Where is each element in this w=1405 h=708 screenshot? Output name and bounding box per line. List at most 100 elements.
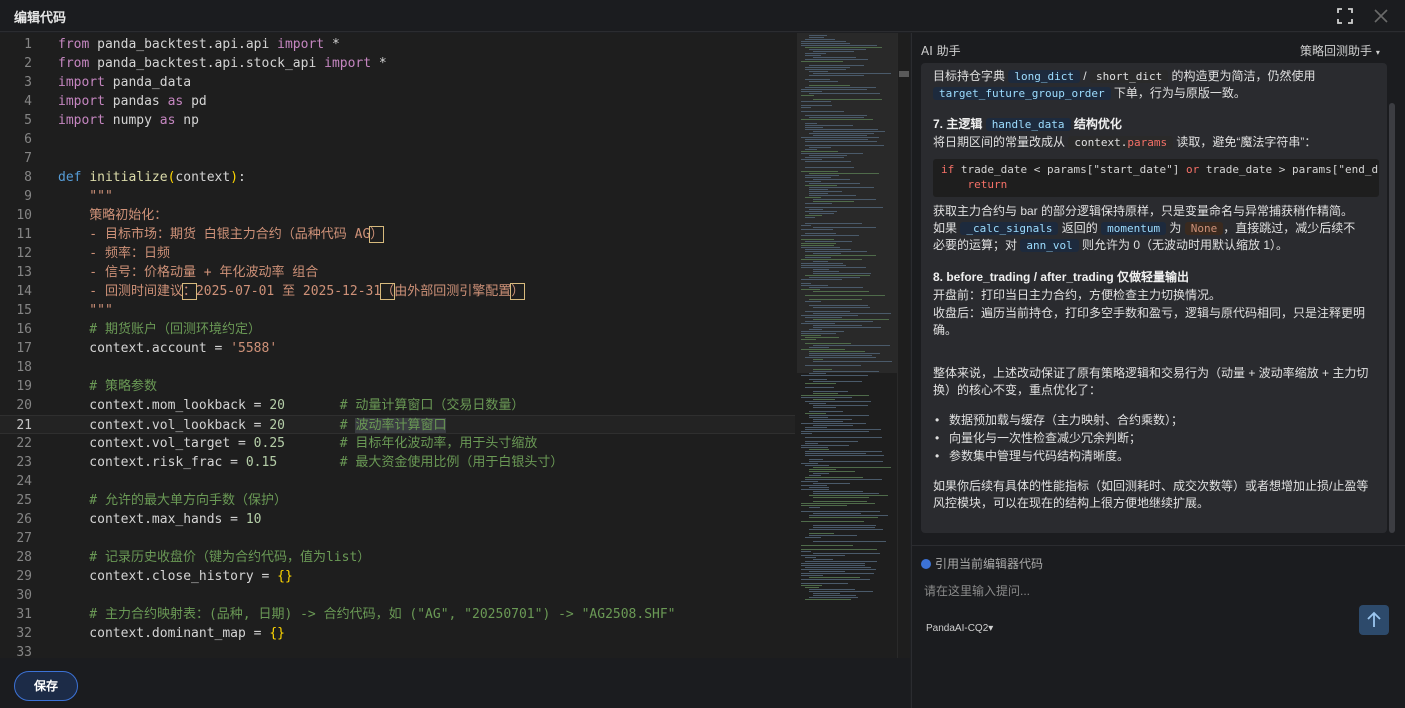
code-text: context.vol_target = 0.25 # 目标年化波动率，用于头寸… <box>58 436 538 451</box>
minimap-line <box>809 351 865 352</box>
code-text: import numpy as np <box>58 113 199 128</box>
save-button[interactable]: 保存 <box>14 671 78 701</box>
minimap-line <box>805 343 851 344</box>
arrow-up-icon <box>1367 611 1381 627</box>
minimap-line <box>813 483 850 484</box>
minimap-line <box>805 139 868 140</box>
code-text: - 目标市场：期货 白银主力合约（品种代码 AG） <box>58 226 385 243</box>
minimap-line <box>809 117 864 118</box>
editor-scrollbar[interactable] <box>897 33 909 658</box>
code-line[interactable]: 11 - 目标市场：期货 白银主力合约（品种代码 AG） <box>0 225 795 244</box>
code-line[interactable]: 3 import panda_data <box>0 73 795 92</box>
code-line[interactable]: 7 <box>0 149 795 168</box>
chat-scrollbar-thumb[interactable] <box>1389 103 1395 533</box>
code-line[interactable]: 8 def initialize(context): <box>0 168 795 187</box>
minimap-line <box>801 551 812 552</box>
code-editor[interactable]: 1 from panda_backtest.api.api import * 2 fr… <box>0 33 910 658</box>
code-line[interactable]: 14 - 回测时间建议：2025-07-01 至 2025-12-31（由外部回… <box>0 282 795 301</box>
minimap-line <box>813 467 891 468</box>
minimap[interactable] <box>797 33 897 658</box>
minimap-line <box>813 273 872 274</box>
minimap-line <box>809 589 855 590</box>
code-line[interactable]: 26 context.max_hands = 10 <box>0 510 795 529</box>
code-line[interactable]: 2 from panda_backtest.api.stock_api impor… <box>0 54 795 73</box>
minimap-line <box>801 349 845 350</box>
chat-paragraph: 将日期区间的常量改成从 context.params 读取，避免“魔法字符串”： <box>933 135 1317 149</box>
minimap-line <box>805 181 822 182</box>
minimap-line <box>801 485 827 486</box>
minimap-line <box>813 73 891 74</box>
minimap-line <box>809 355 872 356</box>
minimap-line <box>809 535 858 536</box>
minimap-line <box>805 79 831 80</box>
code-line[interactable]: 18 <box>0 358 795 377</box>
chat-heading: 7. 主逻辑 handle_data 结构优化 <box>933 117 1122 131</box>
minimap-line <box>801 285 828 286</box>
minimap-line <box>801 575 823 576</box>
minimap-line <box>805 249 852 250</box>
line-number: 4 <box>24 94 32 109</box>
editor-scrollbar-thumb[interactable] <box>899 71 909 77</box>
code-text: """ <box>58 189 113 204</box>
code-line[interactable]: 31 # 主力合约映射表：(品种, 日期) -> 合约代码，如 ("AG", "… <box>0 605 795 624</box>
code-line[interactable]: 22 context.vol_target = 0.25 # 目标年化波动率，用… <box>0 434 795 453</box>
code-line[interactable]: 30 <box>0 586 795 605</box>
code-line[interactable]: 17 context.account = '5588' <box>0 339 795 358</box>
code-line[interactable]: 1 from panda_backtest.api.api import * <box>0 35 795 54</box>
code-line[interactable]: 6 <box>0 130 795 149</box>
code-line[interactable]: 16 # 期货账户（回测环境约定） <box>0 320 795 339</box>
minimap-line <box>801 159 823 160</box>
minimap-line <box>801 111 845 112</box>
fullscreen-icon[interactable] <box>1336 7 1354 25</box>
code-line[interactable]: 33 <box>0 643 795 658</box>
code-text: import panda_data <box>58 75 192 90</box>
code-line[interactable]: 32 context.dominant_map = {} <box>0 624 795 643</box>
minimap-line <box>809 195 856 196</box>
code-line[interactable]: 20 context.mom_lookback = 20 # 动量计算窗口（交易… <box>0 396 795 415</box>
minimap-line <box>801 259 862 260</box>
minimap-line <box>809 193 828 194</box>
code-line[interactable]: 29 context.close_history = {} <box>0 567 795 586</box>
close-icon[interactable] <box>1372 7 1390 25</box>
line-number: 18 <box>16 360 32 375</box>
code-text: - 回测时间建议：2025-07-01 至 2025-12-31（由外部回测引擎… <box>58 283 526 300</box>
minimap-line <box>809 35 828 36</box>
line-number: 24 <box>16 474 32 489</box>
minimap-line <box>809 173 879 174</box>
minimap-line <box>813 493 880 494</box>
minimap-line <box>809 93 880 94</box>
minimap-line <box>801 239 834 240</box>
code-line[interactable]: 19 # 策略参数 <box>0 377 795 396</box>
include-editor-code-toggle[interactable]: 引用当前编辑器代码 <box>921 555 1043 572</box>
minimap-line <box>805 451 883 452</box>
minimap-line <box>809 403 826 404</box>
code-line[interactable]: 21 context.vol_lookback = 20 # 波动率计算窗口 <box>0 415 795 434</box>
code-line[interactable]: 24 <box>0 472 795 491</box>
code-line[interactable]: 15 """ <box>0 301 795 320</box>
code-line[interactable]: 23 context.risk_frac = 0.15 # 最大资金使用比例（用… <box>0 453 795 472</box>
minimap-line <box>801 397 852 398</box>
code-line[interactable]: 9 """ <box>0 187 795 206</box>
line-number: 21 <box>16 418 32 433</box>
code-line[interactable]: 4 import pandas as pd <box>0 92 795 111</box>
line-number: 13 <box>16 265 32 280</box>
minimap-line <box>809 71 829 72</box>
minimap-line <box>809 411 843 412</box>
code-line[interactable]: 28 # 记录历史收盘价（键为合约代码，值为list） <box>0 548 795 567</box>
line-number: 32 <box>16 626 32 641</box>
minimap-line <box>813 491 864 492</box>
code-line[interactable]: 13 - 信号：价格动量 + 年化波动率 组合 <box>0 263 795 282</box>
chat-scrollbar[interactable] <box>1389 63 1395 533</box>
agent-select[interactable]: 策略回测助手 ▾ <box>1300 42 1380 59</box>
code-line[interactable]: 5 import numpy as np <box>0 111 795 130</box>
code-line[interactable]: 27 <box>0 529 795 548</box>
minimap-line <box>805 167 854 168</box>
code-line[interactable]: 10 策略初始化： <box>0 206 795 225</box>
prompt-input[interactable] <box>924 579 1344 603</box>
code-line[interactable]: 12 - 频率：日频 <box>0 244 795 263</box>
code-line[interactable]: 25 # 允许的最大单方向手数（保护） <box>0 491 795 510</box>
send-button[interactable] <box>1359 605 1389 635</box>
minimap-line <box>813 595 856 596</box>
minimap-line <box>813 57 856 58</box>
model-select[interactable]: PandaAI-CQ2▾ <box>926 623 993 634</box>
